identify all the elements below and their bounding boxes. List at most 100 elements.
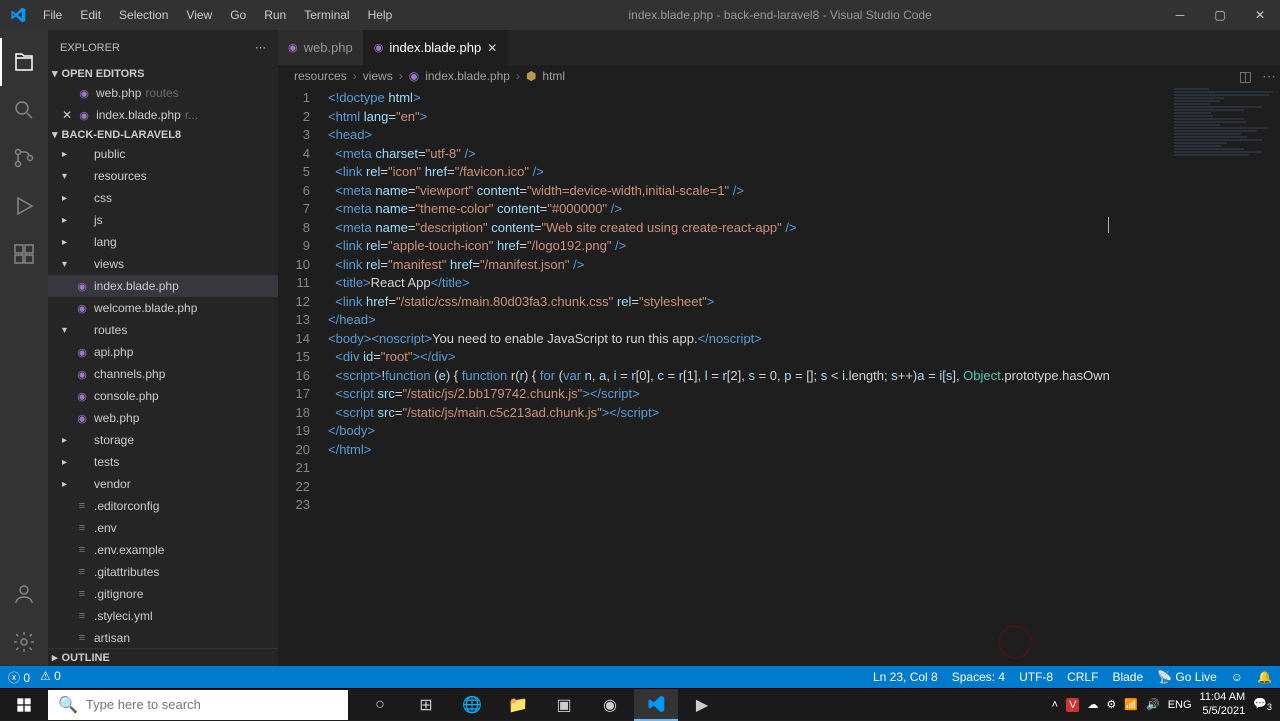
file-item[interactable]: ≡.gitattributes <box>48 561 278 583</box>
tray-volume-icon[interactable]: 🔊 <box>1146 698 1160 711</box>
status-warnings[interactable]: ⚠ 0 <box>40 669 61 686</box>
code-content[interactable]: <!doctype html><html lang="en"><head> <m… <box>328 87 1280 666</box>
folder-item[interactable]: ▸public <box>48 143 278 165</box>
editor-tab[interactable]: ◉web.php <box>278 30 364 65</box>
chevron-icon: ▸ <box>62 215 74 226</box>
window-title: index.blade.php - back-end-laravel8 - Vi… <box>400 8 1160 22</box>
notifications-icon[interactable]: 🔔 <box>1257 670 1272 684</box>
editor-tab[interactable]: ◉index.blade.php✕ <box>364 30 508 65</box>
file-item[interactable]: ◉api.php <box>48 341 278 363</box>
minimize-button[interactable]: ─ <box>1160 0 1200 30</box>
tree-label: css <box>94 191 112 205</box>
folder-item[interactable]: ▾routes <box>48 319 278 341</box>
close-tab-icon[interactable]: ✕ <box>487 41 497 55</box>
file-item[interactable]: ◉channels.php <box>48 363 278 385</box>
breadcrumb-segment[interactable]: views <box>363 69 393 83</box>
file-item[interactable]: ≡.editorconfig <box>48 495 278 517</box>
project-section[interactable]: ▾BACK-END-LARAVEL8 <box>48 126 278 143</box>
editor-more-icon[interactable]: ⋯ <box>1262 68 1276 85</box>
vscode-taskbar-icon[interactable] <box>634 689 678 721</box>
notification-center-icon[interactable]: 💬3 <box>1253 697 1272 712</box>
language-mode[interactable]: Blade <box>1112 670 1143 684</box>
tray-language[interactable]: ENG <box>1168 699 1192 711</box>
eol[interactable]: CRLF <box>1067 670 1098 684</box>
split-editor-icon[interactable]: ◫ <box>1239 68 1252 85</box>
folder-item[interactable]: ▸ storage <box>48 429 278 451</box>
status-errors[interactable]: ⓧ 0 <box>8 669 30 686</box>
start-button[interactable] <box>0 689 48 721</box>
cursor-position[interactable]: Ln 23, Col 8 <box>873 670 938 684</box>
folder-item[interactable]: ▾views <box>48 253 278 275</box>
cortana-icon[interactable]: ○ <box>358 689 402 721</box>
powershell-icon[interactable]: ▶ <box>680 689 724 721</box>
file-item[interactable]: ≡.gitignore <box>48 583 278 605</box>
menu-run[interactable]: Run <box>256 4 294 26</box>
tray-wifi-icon[interactable]: 📶 <box>1124 698 1138 711</box>
go-live-button[interactable]: 📡 Go Live <box>1157 670 1217 684</box>
extensions-icon[interactable] <box>0 230 48 278</box>
sidebar-more-icon[interactable]: ⋯ <box>255 41 266 54</box>
code-editor[interactable]: 1234567891011121314151617181920212223 <!… <box>278 87 1280 666</box>
search-icon[interactable] <box>0 86 48 134</box>
taskbar-search[interactable]: 🔍 <box>48 690 348 720</box>
indent-setting[interactable]: Spaces: 4 <box>952 670 1005 684</box>
explorer-icon[interactable] <box>0 38 48 86</box>
open-editor-item[interactable]: ✕◉index.blade.php r... <box>48 104 278 126</box>
search-input[interactable] <box>86 697 338 712</box>
menu-file[interactable]: File <box>35 4 70 26</box>
account-icon[interactable] <box>0 570 48 618</box>
breadcrumb-segment[interactable]: index.blade.php <box>425 69 510 83</box>
feedback-icon[interactable]: ☺ <box>1231 670 1243 684</box>
folder-item[interactable]: ▸js <box>48 209 278 231</box>
menu-go[interactable]: Go <box>222 4 254 26</box>
close-window-button[interactable]: ✕ <box>1240 0 1280 30</box>
file-item[interactable]: ◉web.php <box>48 407 278 429</box>
tree-label: storage <box>94 433 134 447</box>
menu-edit[interactable]: Edit <box>72 4 109 26</box>
file-item[interactable]: ≡.styleci.yml <box>48 605 278 627</box>
file-item[interactable]: ≡artisan <box>48 627 278 648</box>
file-item[interactable]: ◉console.php <box>48 385 278 407</box>
open-editor-item[interactable]: ◉web.php routes <box>48 82 278 104</box>
folder-item[interactable]: ▸lang <box>48 231 278 253</box>
file-item[interactable]: ≡.env.example <box>48 539 278 561</box>
close-icon[interactable]: ✕ <box>62 108 72 122</box>
chevron-icon: ▾ <box>62 259 74 270</box>
folder-item[interactable]: ▸css <box>48 187 278 209</box>
folder-item[interactable]: ▸vendor <box>48 473 278 495</box>
terminal-icon[interactable]: ▣ <box>542 689 586 721</box>
maximize-button[interactable]: ▢ <box>1200 0 1240 30</box>
folder-item[interactable]: ▸tests <box>48 451 278 473</box>
editor-area: ◉web.php◉index.blade.php✕ ◫ ⋯ resources›… <box>278 30 1280 666</box>
minimap[interactable] <box>1170 87 1280 427</box>
tray-onedrive-icon[interactable]: ☁ <box>1087 698 1098 711</box>
file-item[interactable]: ◉welcome.blade.php <box>48 297 278 319</box>
task-view-icon[interactable]: ⊞ <box>404 689 448 721</box>
menu-view[interactable]: View <box>178 4 220 26</box>
breadcrumbs[interactable]: resources›views›◉ index.blade.php›⬢ html <box>278 65 1280 87</box>
settings-gear-icon[interactable] <box>0 618 48 666</box>
source-control-icon[interactable] <box>0 134 48 182</box>
breadcrumb-segment[interactable]: resources <box>294 69 347 83</box>
tray-app-icon[interactable]: V <box>1066 698 1079 712</box>
menu-help[interactable]: Help <box>360 4 401 26</box>
file-item[interactable]: ◉index.blade.php <box>48 275 278 297</box>
open-editors-section[interactable]: ▾OPEN EDITORS <box>48 65 278 82</box>
txt-icon: ≡ <box>74 500 90 512</box>
file-explorer-icon[interactable]: 📁 <box>496 689 540 721</box>
outline-section[interactable]: ▸OUTLINE <box>48 648 278 666</box>
encoding[interactable]: UTF-8 <box>1019 670 1053 684</box>
run-debug-icon[interactable] <box>0 182 48 230</box>
system-clock[interactable]: 11:04 AM5/5/2021 <box>1200 691 1246 717</box>
tray-network-icon[interactable]: ⚙ <box>1106 698 1116 711</box>
menu-selection[interactable]: Selection <box>111 4 176 26</box>
folder-item[interactable]: ▾resources <box>48 165 278 187</box>
chrome-icon[interactable]: ◉ <box>588 689 632 721</box>
explorer-sidebar: EXPLORER ⋯ ▾OPEN EDITORS ◉web.php routes… <box>48 30 278 666</box>
menu-terminal[interactable]: Terminal <box>296 4 357 26</box>
tray-chevron-icon[interactable]: ˄ <box>1052 699 1058 711</box>
file-item[interactable]: ≡.env <box>48 517 278 539</box>
chevron-icon: ▸ <box>62 435 74 446</box>
edge-icon[interactable]: 🌐 <box>450 689 494 721</box>
breadcrumb-segment[interactable]: html <box>542 69 565 83</box>
